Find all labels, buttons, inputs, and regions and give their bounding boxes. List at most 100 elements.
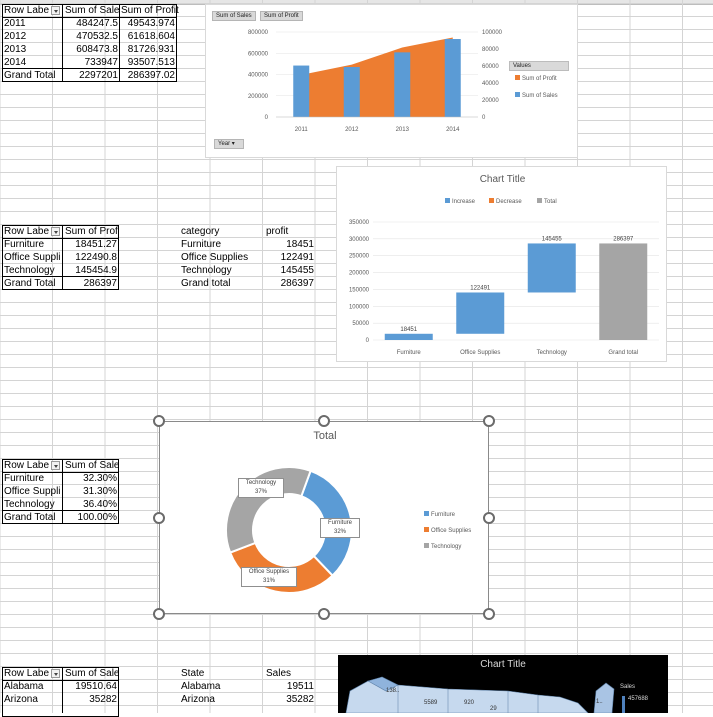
bar-sum-of-sales <box>343 67 360 117</box>
map-legend-scale <box>622 696 625 713</box>
resize-handle-bottom-left[interactable] <box>153 608 165 620</box>
cell-profit: 18451.27 <box>75 239 117 250</box>
profit-cell: 18451 <box>286 239 314 250</box>
y-tick-label-right: 60000 <box>482 64 499 70</box>
header-sum-profit: Sum of Profit <box>121 5 179 16</box>
sales-cell: 19511 <box>286 681 314 692</box>
state-cell: Arizona <box>181 694 215 705</box>
y-tick-label-right: 0 <box>482 115 486 121</box>
x-tick-label: Furniture <box>397 350 422 356</box>
pivot-combo-chart[interactable]: Sum of Sales Sum of Profit 0 200000 400000… <box>205 4 578 158</box>
year-field-button[interactable]: Year ▾ <box>214 139 244 149</box>
cell-profit: 122490.8 <box>75 252 117 263</box>
filter-dropdown-icon[interactable] <box>51 227 60 236</box>
y-tick-label-right: 100000 <box>482 30 503 36</box>
cell-sales: 608473.8 <box>76 44 118 55</box>
y-tick-label: 300000 <box>349 237 370 243</box>
x-tick-label: 2012 <box>345 127 359 133</box>
resize-handle-top-right[interactable] <box>483 415 495 427</box>
waterfall-plot: 0 50000 100000 150000 200000 250000 300000 3500… <box>349 220 659 356</box>
y-tick-label-right: 80000 <box>482 47 499 53</box>
map-label: 5589 <box>424 700 438 706</box>
legend-technology: Technology <box>424 543 461 551</box>
row-label: Arizona <box>4 694 38 705</box>
row-label: 2012 <box>4 31 27 42</box>
x-tick-label: 2014 <box>446 127 460 133</box>
map-label: 29 <box>490 706 497 712</box>
sales-cell: 35282 <box>286 694 314 705</box>
state-cell: Alabama <box>181 681 221 692</box>
donut-chart[interactable]: Total Technology 37% Furniture 32% Office … <box>159 421 489 614</box>
y-tick-label-left: 0 <box>265 115 269 121</box>
row-label: Office Suppli <box>4 252 61 263</box>
legend-furniture: Furniture <box>424 511 455 519</box>
header-row-labels: Row Labe <box>4 668 50 679</box>
grand-total-profit: 286397 <box>83 278 117 289</box>
resize-handle-left[interactable] <box>153 512 165 524</box>
header-row-labels: Row Labe <box>4 5 50 16</box>
y-tick-label-right: 20000 <box>482 98 499 104</box>
resize-handle-right[interactable] <box>483 512 495 524</box>
row-label: Furniture <box>4 473 45 484</box>
header-row-labels: Row Labe <box>4 226 50 237</box>
x-tick-label: 2011 <box>295 127 309 133</box>
profit-cell: 286397 <box>280 278 314 289</box>
row-label: Office Suppli <box>4 486 61 497</box>
x-tick-label: 2013 <box>396 127 410 133</box>
row-label: Alabama <box>4 681 44 692</box>
filter-dropdown-icon[interactable] <box>51 6 60 15</box>
header-category: category <box>181 226 220 237</box>
header-row-labels: Row Labe <box>4 460 50 471</box>
waterfall-bar <box>527 243 576 293</box>
filter-dropdown-icon[interactable] <box>51 669 60 678</box>
series-area-sum-of-profit <box>301 37 453 117</box>
map-chart[interactable]: Chart Title 138.. 5589 920 29 1.. Sales … <box>338 655 668 713</box>
data-label: 122491 <box>470 285 491 291</box>
data-label-office-supplies: Office Supplies 31% <box>241 567 297 587</box>
y-tick-label: 150000 <box>349 287 370 293</box>
x-tick-label: Grand total <box>608 350 638 356</box>
category-cell: Grand total <box>181 278 231 289</box>
header-sales: Sales <box>266 668 292 679</box>
data-label: 286397 <box>613 236 634 242</box>
map-label: 920 <box>464 700 475 706</box>
data-label: 145455 <box>542 236 563 242</box>
chevron-down-icon: ▾ <box>231 141 235 147</box>
y-tick-label-left: 400000 <box>248 73 269 79</box>
header-sum-sales: Sum of Sales <box>65 460 119 471</box>
legend-sales: Sum of Sales <box>515 92 558 100</box>
resize-handle-bottom-right[interactable] <box>483 608 495 620</box>
y-tick-label: 250000 <box>349 254 370 260</box>
map-legend-title: Sales <box>620 684 636 690</box>
y-tick-label-left: 600000 <box>248 51 269 57</box>
data-label-technology: Technology 37% <box>238 478 284 498</box>
grand-total-label: Grand Total <box>4 512 56 523</box>
bar-sum-of-sales <box>394 52 411 118</box>
cell-sales: 470532.5 <box>76 31 118 42</box>
bar-sum-of-sales <box>444 39 461 118</box>
legend-profit: Sum of Profit <box>515 75 557 83</box>
row-label: 2013 <box>4 44 27 55</box>
header-state: State <box>181 668 205 679</box>
cell-sales: 35282 <box>89 694 117 705</box>
header-sum-sales: Sum of Sales <box>65 668 119 679</box>
resize-handle-top-left[interactable] <box>153 415 165 427</box>
grand-total-pct: 100.00% <box>77 512 117 523</box>
waterfall-chart[interactable]: Chart Title Increase Decrease Total 0 500… <box>336 166 667 362</box>
x-tick-label: Technology <box>537 350 567 356</box>
resize-handle-top[interactable] <box>318 415 330 427</box>
filter-dropdown-icon[interactable] <box>51 461 60 470</box>
data-label: 18451 <box>400 327 417 333</box>
grand-total-label: Grand Total <box>4 70 56 81</box>
legend-values-header: Values <box>509 61 569 71</box>
us-map <box>345 676 615 713</box>
y-tick-label: 0 <box>366 338 370 344</box>
map-label: 1.. <box>596 699 603 705</box>
resize-handle-bottom[interactable] <box>318 608 330 620</box>
waterfall-bar <box>456 292 505 334</box>
row-label: Furniture <box>4 239 45 250</box>
y-tick-label-left: 200000 <box>248 94 269 100</box>
cell-profit: 61618.604 <box>127 31 175 42</box>
grand-total-profit: 286397.02 <box>127 70 175 81</box>
header-sum-sales: Sum of Sale <box>65 5 120 16</box>
